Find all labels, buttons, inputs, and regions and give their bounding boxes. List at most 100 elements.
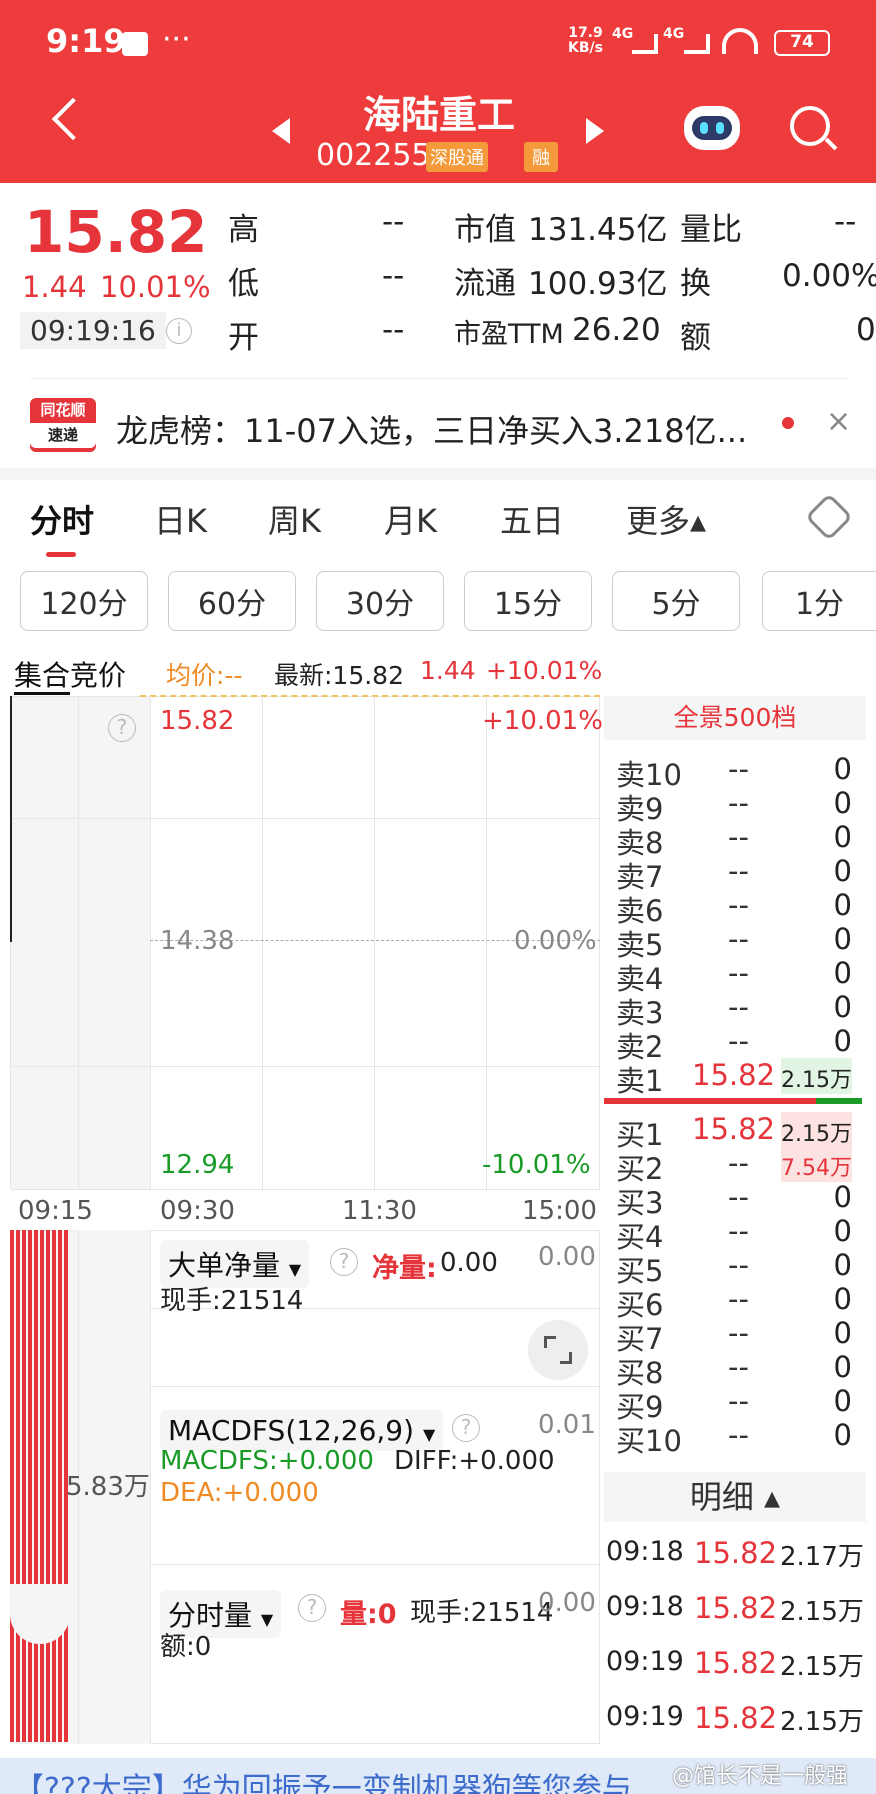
stock-title: 海陆重工 (363, 93, 516, 137)
sell-price: -- (728, 888, 749, 922)
buy-label: 买10 (616, 1424, 682, 1458)
period-120[interactable]: 120分 (20, 571, 148, 631)
buy-volume: 0 (833, 1316, 852, 1350)
big-hand: 现手:21514 (160, 1286, 304, 1316)
open-label: 开 (228, 320, 259, 356)
detail-price: 15.82 (694, 1701, 778, 1735)
sell-volume: 0 (833, 786, 852, 820)
back-button[interactable] (51, 97, 95, 141)
help-icon[interactable]: ? (298, 1594, 326, 1622)
detail-volume: 2.15万 (780, 1597, 864, 1627)
vol-right-val: 0.00 (538, 1588, 596, 1618)
sell-price: -- (728, 854, 749, 888)
vol-hand: 现手:21514 (410, 1598, 554, 1628)
tab-weekly-k[interactable]: 周K (268, 496, 321, 542)
expand-icon[interactable] (528, 1320, 588, 1380)
sell-price: 15.82 (692, 1058, 776, 1092)
buy-price: -- (728, 1248, 749, 1282)
vol-ratio-value: -- (834, 204, 857, 240)
sell-price: -- (728, 820, 749, 854)
news-text[interactable]: 龙虎榜：11-07入选，三日净买入3.218亿... (116, 406, 747, 452)
net-label: 净量: (372, 1253, 437, 1284)
sell-volume: 0 (833, 1024, 852, 1058)
chart-bot-price: 12.94 (160, 1150, 235, 1180)
vol-ratio-label: 量比 (680, 212, 742, 248)
tab-daily-k[interactable]: 日K (154, 496, 207, 542)
low-label: 低 (228, 266, 259, 302)
vol-amount: 额:0 (160, 1632, 212, 1662)
big-order-name: 大单净量 (168, 1249, 281, 1282)
next-stock-icon[interactable] (586, 118, 604, 144)
auction-label[interactable]: 集合竞价 (14, 654, 126, 694)
grid-v (150, 696, 151, 1190)
help-icon[interactable]: ? (108, 714, 136, 742)
dropdown-icon: ▼ (422, 1425, 436, 1444)
prev-stock-icon[interactable] (272, 118, 290, 144)
spread-bar-red (604, 1098, 816, 1104)
buy-volume: 0 (833, 1214, 852, 1248)
float-value: 100.93亿 (528, 266, 668, 302)
news-logo-top: 同花顺 (40, 401, 86, 419)
macdfs-value: MACDFS:+0.000 (160, 1446, 374, 1476)
dropdown-icon: ▼ (260, 1610, 274, 1629)
mktcap-value: 131.45亿 (528, 212, 668, 248)
pe-value: 26.20 (572, 312, 661, 348)
top-header: 9:19 ··· 17.9 KB/s 4G 4G 74 海陆重工 002255 … (0, 0, 876, 183)
time-0915: 09:15 (18, 1196, 93, 1226)
sell-volume: 0 (833, 752, 852, 786)
avg-price-label: 均价:-- (166, 661, 243, 690)
period-5[interactable]: 5分 (612, 571, 740, 631)
divider (30, 378, 850, 379)
orderbook-title[interactable]: 全景500档 (604, 696, 866, 740)
dea-value: DEA:+0.000 (160, 1478, 319, 1508)
volume-max-label: 5.83万 (66, 1472, 150, 1502)
detail-header[interactable]: 明细 ▴ (604, 1472, 866, 1522)
chart-bot-pct: -10.01% (482, 1150, 591, 1180)
buy-volume: 7.54万 (781, 1146, 852, 1182)
sell-label: 卖1 (616, 1064, 664, 1098)
period-15[interactable]: 15分 (464, 571, 592, 631)
period-60[interactable]: 60分 (168, 571, 296, 631)
detail-volume: 2.17万 (780, 1542, 864, 1572)
spread-bar-green (816, 1098, 862, 1104)
amount-label: 额 (680, 320, 711, 356)
macd-selector[interactable]: MACDFS(12,26,9) ▼ (160, 1410, 444, 1451)
detail-time: 09:18 (606, 1591, 684, 1622)
help-icon[interactable]: ? (330, 1248, 358, 1276)
sell-price: -- (728, 786, 749, 820)
buy-price: -- (728, 1316, 749, 1350)
latest-change: 1.44 (420, 656, 476, 685)
chart-settings-icon[interactable] (804, 492, 854, 542)
news-logo-bottom: 速递 (30, 423, 96, 448)
pe-label: 市盈TTM (454, 319, 564, 350)
tab-more[interactable]: 更多▴ (626, 496, 706, 542)
robot-assistant-icon[interactable] (684, 106, 740, 150)
buy-price: -- (728, 1282, 749, 1316)
sell-volume: 0 (833, 854, 852, 888)
tab-intraday[interactable]: 分时 (30, 496, 94, 542)
period-30[interactable]: 30分 (316, 571, 444, 631)
buy-volume: 0 (833, 1282, 852, 1316)
buy-price: -- (728, 1384, 749, 1418)
sell-volume: 2.15万 (781, 1058, 852, 1094)
close-news-icon[interactable]: × (826, 404, 851, 439)
price-chart[interactable] (10, 696, 600, 1190)
buy-volume: 0 (833, 1248, 852, 1282)
net-speed-unit: KB/s (568, 40, 603, 56)
period-1[interactable]: 1分 (762, 571, 876, 631)
sell-price: -- (728, 956, 749, 990)
info-icon[interactable]: i (166, 318, 192, 344)
tab-underline (46, 552, 76, 557)
grid-v (374, 696, 375, 1190)
help-icon[interactable]: ? (452, 1414, 480, 1442)
high-label: 高 (228, 212, 259, 248)
buy-volume: 0 (833, 1418, 852, 1452)
section-gap (0, 468, 876, 480)
buy-price: -- (728, 1214, 749, 1248)
tab-five-day[interactable]: 五日 (500, 496, 564, 542)
margin-badge: 融 (524, 142, 558, 172)
amount-value: 0 (856, 312, 876, 348)
sell-volume: 0 (833, 956, 852, 990)
news-logo[interactable]: 同花顺 速递 (30, 398, 96, 452)
tab-monthly-k[interactable]: 月K (384, 496, 437, 542)
